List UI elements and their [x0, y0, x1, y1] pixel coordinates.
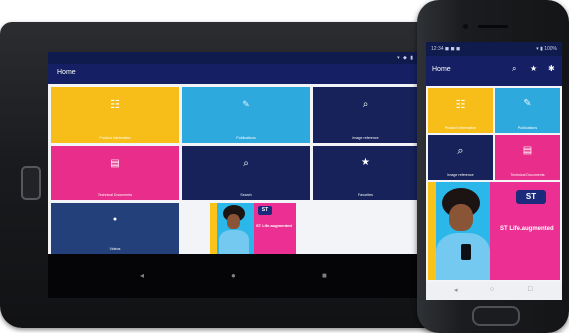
app-title: Home — [432, 66, 451, 73]
tile-product-information[interactable]: ☷ Product Information — [428, 88, 493, 133]
play-icon: ● — [112, 216, 118, 223]
app-title: Home — [57, 69, 76, 76]
star-icon[interactable]: ★ — [530, 64, 537, 73]
app-bar: Home ⌕ ★ ✱ — [426, 56, 562, 86]
tile-favorites[interactable]: ★ Favorites — [313, 146, 418, 200]
search-icon: ⌕ — [243, 158, 249, 169]
status-time: 12:34 ◼ ◼ ◼ — [431, 46, 461, 52]
person-shirt — [219, 230, 249, 254]
tile-label: Publications — [236, 136, 256, 140]
edit-icon: ✎ — [523, 98, 532, 109]
held-phone — [461, 244, 471, 260]
st-logo: ST — [258, 206, 272, 215]
promo-banner[interactable]: ST ST Life.augmented — [210, 203, 296, 254]
promo-yellow-strip — [428, 182, 436, 280]
tile-label: Favorites — [358, 193, 373, 197]
recents-icon[interactable]: □ — [528, 286, 532, 293]
tile-technical-documents[interactable]: ▤ Technical Documents — [495, 135, 560, 180]
search-icon: ⌕ — [362, 99, 369, 110]
phone-home-button — [472, 306, 520, 326]
tile-label: Image reference — [447, 173, 474, 177]
tile-label: Product Information — [99, 136, 131, 140]
tablet-screen: ▾ ◆ ▮ Home ☷ Product Information ✎ Publi… — [48, 52, 420, 298]
back-icon[interactable]: ◂ — [454, 286, 458, 294]
tile-label: Product Information — [444, 126, 477, 130]
promo-headline: ST Life.augmented — [500, 226, 554, 232]
status-bar: 12:34 ◼ ◼ ◼ ▾ ▮ 100% — [426, 42, 562, 56]
tile-label: Publications — [517, 126, 538, 130]
list-icon: ☷ — [110, 99, 120, 111]
tile-image-reference[interactable]: ⌕ Image reference — [313, 87, 418, 143]
tile-label: Technical Documents — [510, 173, 545, 177]
tile-technical-documents[interactable]: ▤ Technical Documents — [51, 146, 179, 200]
tablet-nav-bar: ◂ ● ■ — [48, 254, 420, 298]
front-camera — [463, 24, 468, 29]
back-icon[interactable]: ◂ — [140, 271, 144, 280]
status-icons: ▾ ▮ 100% — [536, 46, 557, 52]
settings-icon[interactable]: ✱ — [548, 64, 555, 73]
search-icon: ⌕ — [457, 145, 464, 157]
home-icon[interactable]: ○ — [490, 286, 494, 293]
tile-publications[interactable]: ✎ Publications — [495, 88, 560, 133]
tile-label: Videos — [109, 247, 121, 251]
tile-publications[interactable]: ✎ Publications — [182, 87, 310, 143]
tile-videos[interactable]: ● Videos — [51, 203, 179, 254]
app-bar: Home — [48, 64, 420, 84]
tile-label: Image reference — [352, 136, 379, 140]
home-icon[interactable]: ● — [231, 271, 236, 280]
status-icons: ▾ ◆ ▮ — [397, 55, 414, 61]
tile-label: Search — [240, 193, 252, 197]
tile-search[interactable]: ⌕ Search — [182, 146, 310, 200]
tile-image-reference[interactable]: ⌕ Image reference — [428, 135, 493, 180]
status-bar: ▾ ◆ ▮ — [48, 52, 420, 64]
person-face — [227, 214, 240, 229]
tile-grid: ☷ Product Information ✎ Publications ⌕ I… — [426, 86, 562, 282]
promo-banner[interactable]: ST ST Life.augmented — [428, 182, 560, 280]
document-icon: ▤ — [522, 145, 533, 156]
tile-label: Technical Documents — [97, 193, 133, 197]
tablet-home-button — [21, 166, 41, 200]
person-face — [449, 204, 473, 231]
recents-icon[interactable]: ■ — [322, 271, 327, 280]
phone-screen: 12:34 ◼ ◼ ◼ ▾ ▮ 100% Home ⌕ ★ ✱ ☷ Produc… — [426, 42, 562, 300]
earpiece-speaker — [478, 25, 508, 28]
list-icon: ☷ — [455, 99, 466, 111]
phone-nav-bar: ◂ ○ □ — [426, 282, 562, 300]
st-logo: ST — [516, 190, 546, 204]
document-icon: ▤ — [110, 158, 120, 169]
edit-icon: ✎ — [242, 99, 250, 109]
promo-headline: ST Life.augmented — [256, 223, 292, 228]
tile-grid: ☷ Product Information ✎ Publications ⌕ I… — [48, 84, 420, 254]
star-icon: ★ — [361, 157, 370, 168]
promo-yellow-strip — [210, 203, 217, 254]
tile-product-information[interactable]: ☷ Product Information — [51, 87, 179, 143]
search-icon[interactable]: ⌕ — [512, 64, 516, 74]
